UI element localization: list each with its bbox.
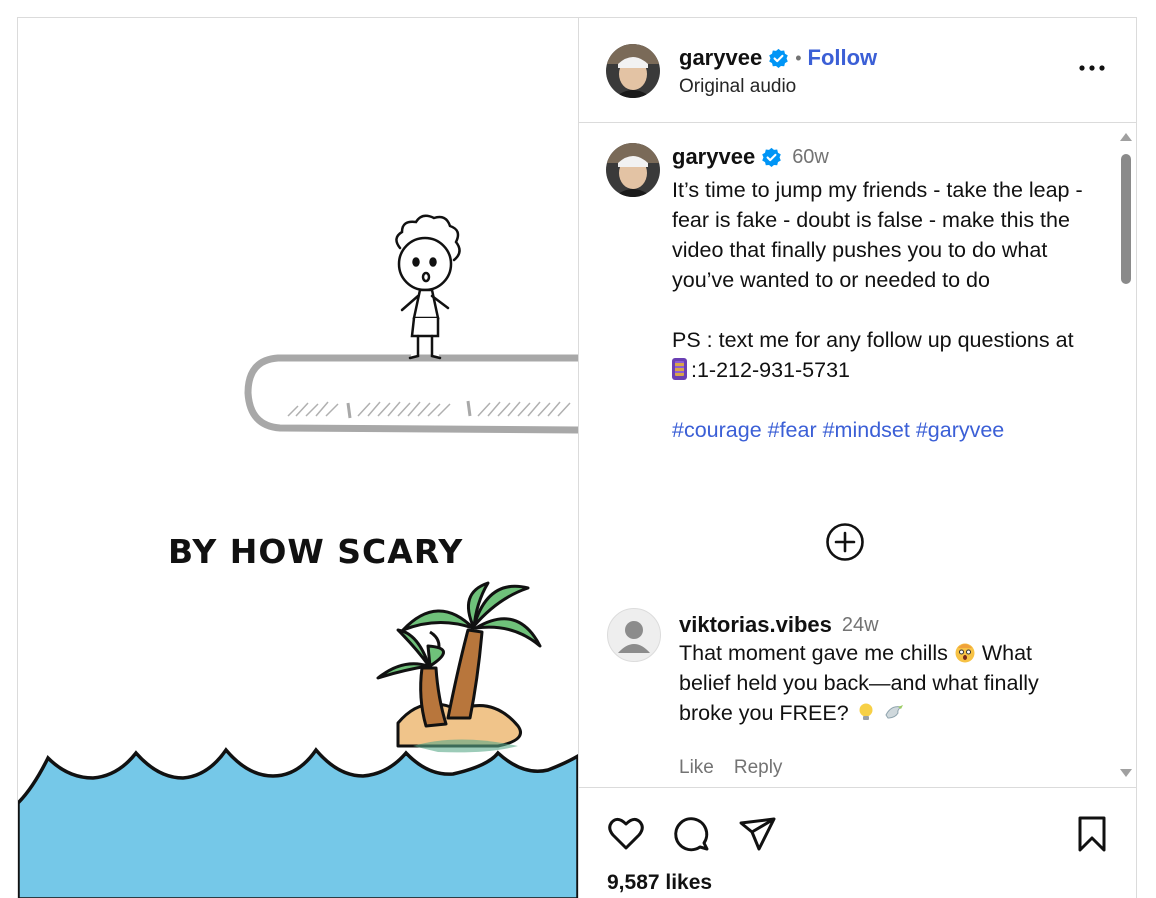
comment-icon[interactable]	[671, 813, 713, 855]
comment-text: That moment gave me chills What belief h…	[679, 638, 1089, 728]
video-frame-illustration: BY HOW SCARY	[18, 214, 578, 898]
plus-circle-icon[interactable]	[825, 522, 865, 562]
comment-reply-button[interactable]: Reply	[734, 757, 783, 779]
caption-name-row: garyvee 60w	[672, 144, 829, 170]
post-media[interactable]: BY HOW SCARY	[18, 18, 578, 898]
sea-water	[18, 747, 578, 898]
stick-figure	[395, 214, 461, 360]
post-header: garyvee • Follow Original audio	[579, 18, 1137, 123]
post-actions-bar: 9,587 likes	[579, 787, 1137, 898]
author-avatar[interactable]	[606, 44, 660, 98]
scrollbar-thumb[interactable]	[1121, 154, 1131, 284]
post-details-pane: garyvee • Follow Original audio garyvee …	[578, 18, 1137, 898]
heart-icon[interactable]	[605, 813, 647, 855]
comment-like-button[interactable]: Like	[679, 757, 714, 779]
caption-timestamp[interactable]: 60w	[792, 146, 829, 169]
caption-author-avatar[interactable]	[606, 143, 660, 197]
likes-count[interactable]: 9,587 likes	[607, 871, 712, 895]
shocked-face-emoji-icon	[955, 643, 975, 663]
follow-button[interactable]: Follow	[808, 45, 878, 71]
caption-phone-number: :1-212-931-5731	[691, 358, 850, 382]
more-options-icon[interactable]	[1077, 56, 1107, 80]
author-name-row: garyvee • Follow	[679, 45, 877, 71]
verified-badge-icon	[769, 48, 788, 68]
palm-island	[376, 581, 542, 748]
comments-scrollbar[interactable]	[1115, 124, 1137, 786]
caption-text: It’s time to jump my friends - take the …	[672, 175, 1092, 445]
commenter-username[interactable]: viktorias.vibes	[679, 612, 832, 638]
audio-label[interactable]: Original audio	[679, 76, 796, 98]
scroll-up-arrow-icon[interactable]	[1119, 132, 1133, 142]
post-dialog: BY HOW SCARY garyvee • Follow Original a…	[17, 17, 1137, 898]
cliff-ledge	[244, 354, 578, 434]
verified-badge-icon	[762, 147, 781, 167]
comment-timestamp[interactable]: 24w	[842, 614, 879, 637]
commenter-avatar[interactable]	[607, 608, 661, 662]
share-icon[interactable]	[737, 813, 779, 855]
comment-name-row: viktorias.vibes 24w	[679, 612, 879, 638]
light-bulb-emoji-icon	[859, 703, 873, 720]
mobile-phone-emoji-icon	[672, 358, 687, 380]
comment-actions: Like Reply	[679, 757, 782, 779]
overlay-caption: BY HOW SCARY	[168, 532, 463, 571]
bookmark-icon[interactable]	[1071, 813, 1113, 855]
caption-body: It’s time to jump my friends - take the …	[672, 178, 1083, 352]
caption-hashtags[interactable]: #courage #fear #mindset #garyvee	[672, 418, 1004, 442]
author-username[interactable]: garyvee	[679, 45, 762, 71]
comments-list[interactable]: garyvee 60w It’s time to jump my friends…	[579, 124, 1137, 786]
scroll-down-arrow-icon[interactable]	[1119, 768, 1133, 778]
caption-username[interactable]: garyvee	[672, 144, 755, 170]
separator-dot: •	[795, 47, 802, 68]
dove-emoji-icon	[885, 705, 903, 719]
comment-text-part: That moment gave me chills	[679, 641, 954, 665]
